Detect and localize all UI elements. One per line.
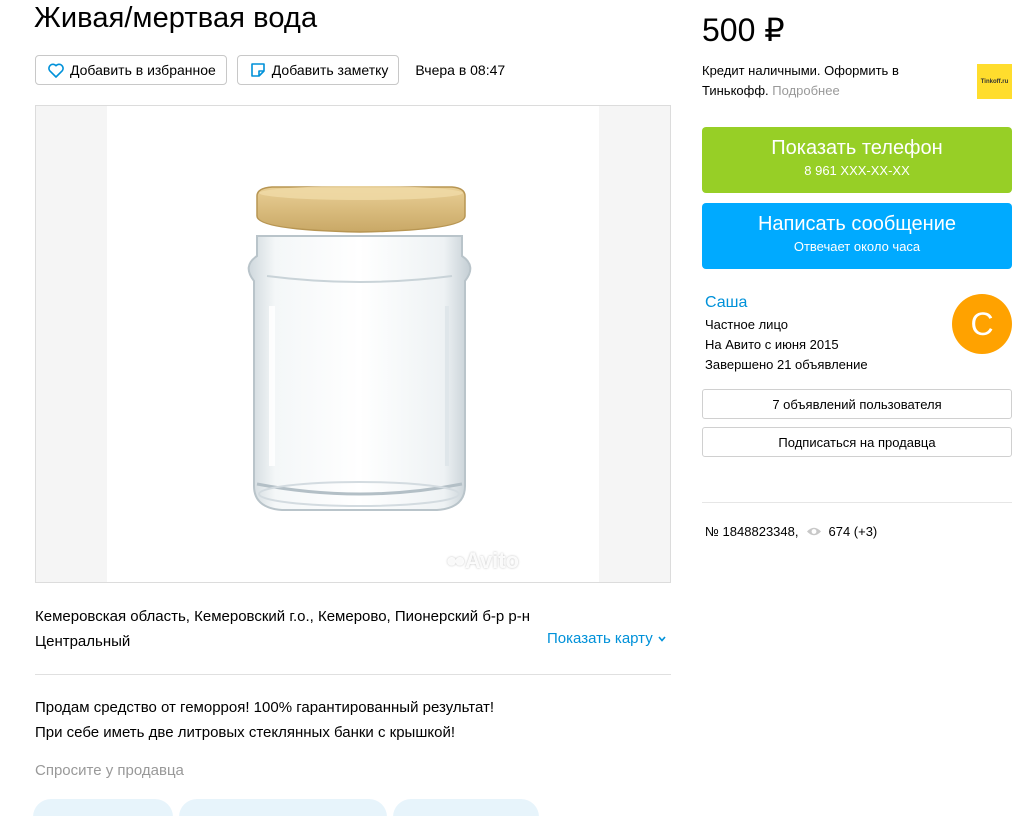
write-message-label: Написать сообщение bbox=[757, 213, 956, 235]
add-note-button[interactable]: Добавить заметку bbox=[236, 55, 400, 85]
listing-address: Кемеровская область, Кемеровский г.о., К… bbox=[35, 608, 531, 650]
write-message-button[interactable]: Написать сообщение Отвечает около часа bbox=[702, 203, 1012, 269]
listing-title: Живая/мертвая вода bbox=[34, 2, 318, 34]
listing-photo[interactable]: ●● Avito bbox=[107, 106, 599, 582]
add-note-label: Добавить заметку bbox=[271, 62, 389, 78]
views-count: 674 (+3) bbox=[828, 524, 878, 539]
heart-icon bbox=[48, 63, 64, 78]
listing-price: 500 ₽ bbox=[702, 12, 785, 48]
seller-since: На Авито с июня 2015 bbox=[705, 337, 839, 352]
show-map-link[interactable]: Показать карту bbox=[547, 630, 667, 647]
listing-date: Вчера в 08:47 bbox=[415, 62, 506, 78]
question-chip[interactable] bbox=[33, 799, 173, 816]
tinkoff-logo[interactable]: Tinkoff.ru bbox=[977, 64, 1012, 99]
photo-gallery[interactable]: ●● Avito bbox=[35, 105, 671, 583]
listing-actions: Добавить в избранное Добавить заметку Вч… bbox=[35, 55, 505, 85]
show-map-label: Показать карту bbox=[547, 630, 653, 647]
ad-number: № 1848823348, bbox=[705, 524, 799, 539]
show-phone-button[interactable]: Показать телефон 8 961 XXX-XX-XX bbox=[702, 127, 1012, 193]
seller-type: Частное лицо bbox=[705, 317, 788, 332]
chevron-down-icon bbox=[658, 635, 666, 642]
description-line: Продам средство от геморроя! 100% гарант… bbox=[35, 699, 495, 716]
user-ads-button[interactable]: 7 объявлений пользователя bbox=[702, 389, 1012, 419]
seller-name-link[interactable]: Саша bbox=[705, 294, 747, 312]
credit-more-link[interactable]: Подробнее bbox=[772, 83, 839, 98]
add-favorite-button[interactable]: Добавить в избранное bbox=[35, 55, 227, 85]
show-phone-label: Показать телефон bbox=[771, 137, 943, 159]
avito-logo-icon: ●● bbox=[445, 549, 466, 572]
avito-watermark-text: Avito bbox=[464, 548, 519, 573]
ask-seller-heading: Спросите у продавца bbox=[35, 762, 184, 779]
eye-icon bbox=[807, 527, 822, 536]
seller-info: Частное лицо На Авито с июня 2015 Заверш… bbox=[705, 315, 868, 375]
question-chip[interactable] bbox=[393, 799, 539, 816]
section-divider bbox=[35, 674, 671, 675]
phone-number-masked: 8 961 XXX-XX-XX bbox=[804, 163, 910, 178]
glass-jar-image bbox=[247, 186, 472, 511]
sidebar-divider bbox=[702, 502, 1012, 503]
avatar-letter: С bbox=[970, 305, 994, 342]
note-icon bbox=[250, 63, 265, 77]
avito-watermark: ●● Avito bbox=[446, 548, 519, 574]
avatar[interactable]: С bbox=[952, 294, 1012, 354]
description-line: При себе иметь две литровых стеклянных б… bbox=[35, 724, 455, 741]
listing-description: Продам средство от геморроя! 100% гарант… bbox=[35, 695, 494, 745]
quick-questions bbox=[33, 799, 545, 816]
add-favorite-label: Добавить в избранное bbox=[70, 62, 216, 78]
subscribe-seller-button[interactable]: Подписаться на продавца bbox=[702, 427, 1012, 457]
seller-completed: Завершено 21 объявление bbox=[705, 357, 868, 372]
response-time: Отвечает около часа bbox=[793, 239, 921, 254]
listing-meta: № 1848823348, 674 (+3) bbox=[705, 524, 877, 539]
question-chip[interactable] bbox=[179, 799, 387, 816]
credit-offer: Кредит наличными. Оформить в Тинькофф. П… bbox=[702, 61, 952, 101]
